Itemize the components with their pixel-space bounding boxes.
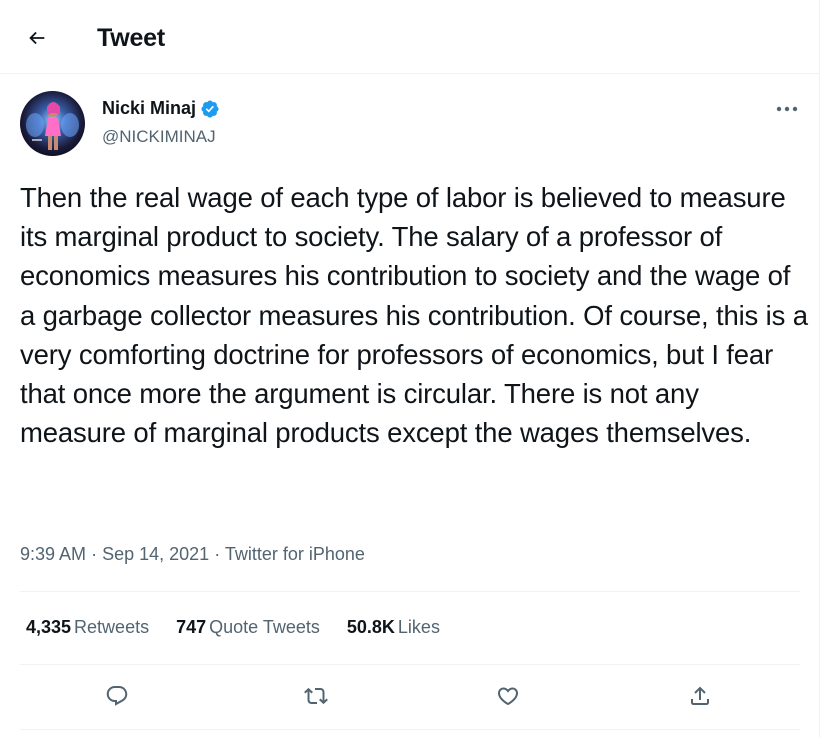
retweets-count: 4,335 xyxy=(26,617,72,637)
verified-badge-icon xyxy=(201,99,219,118)
page-header: Tweet xyxy=(0,0,820,74)
retweets-label: Retweets xyxy=(74,617,150,637)
arrow-left-icon xyxy=(29,31,45,45)
quote-tweets-stat[interactable]: 747 Quote Tweets xyxy=(176,617,320,638)
tweet-source[interactable]: Twitter for iPhone xyxy=(225,544,365,564)
author-handle[interactable]: @NICKIMINAJ xyxy=(102,127,216,147)
likes-label: Likes xyxy=(397,617,440,637)
tweet-metadata: 9:39 AM · Sep 14, 2021 · Twitter for iPh… xyxy=(20,544,365,565)
page-title: Tweet xyxy=(97,24,165,52)
divider xyxy=(20,591,800,592)
tweet-time[interactable]: 9:39 AM xyxy=(20,544,86,564)
more-options-button[interactable] xyxy=(772,96,802,122)
retweet-icon xyxy=(304,687,328,705)
tweet-date[interactable]: Sep 14, 2021 xyxy=(102,544,209,564)
share-button[interactable] xyxy=(680,676,720,716)
quote-tweets-count: 747 xyxy=(176,617,207,637)
divider xyxy=(20,729,800,730)
meta-separator: · xyxy=(91,544,103,564)
more-options-icon xyxy=(776,106,798,112)
like-button[interactable] xyxy=(488,676,528,716)
tweet-detail-page: Tweet Nicki Minaj @NICKIMINAJ Then the r… xyxy=(0,0,820,738)
retweets-stat[interactable]: 4,335 Retweets xyxy=(26,617,149,638)
share-icon xyxy=(691,686,709,705)
engagement-stats: 4,335 Retweets 747 Quote Tweets 50.8K Likes xyxy=(26,617,467,638)
retweet-button[interactable] xyxy=(296,676,336,716)
tweet-text: Then the real wage of each type of labor… xyxy=(20,182,808,449)
reply-icon xyxy=(106,686,128,706)
avatar[interactable] xyxy=(20,91,85,156)
author-name-row[interactable]: Nicki Minaj xyxy=(102,98,220,119)
likes-stat[interactable]: 50.8K Likes xyxy=(347,617,440,638)
meta-separator: · xyxy=(214,544,225,564)
reply-button[interactable] xyxy=(97,676,137,716)
like-icon xyxy=(497,687,519,706)
divider xyxy=(20,664,800,665)
back-button[interactable] xyxy=(20,21,54,55)
author-name[interactable]: Nicki Minaj xyxy=(102,98,196,119)
tweet-actions xyxy=(0,676,820,716)
quote-tweets-label: Quote Tweets xyxy=(209,617,320,637)
likes-count: 50.8K xyxy=(346,617,395,637)
